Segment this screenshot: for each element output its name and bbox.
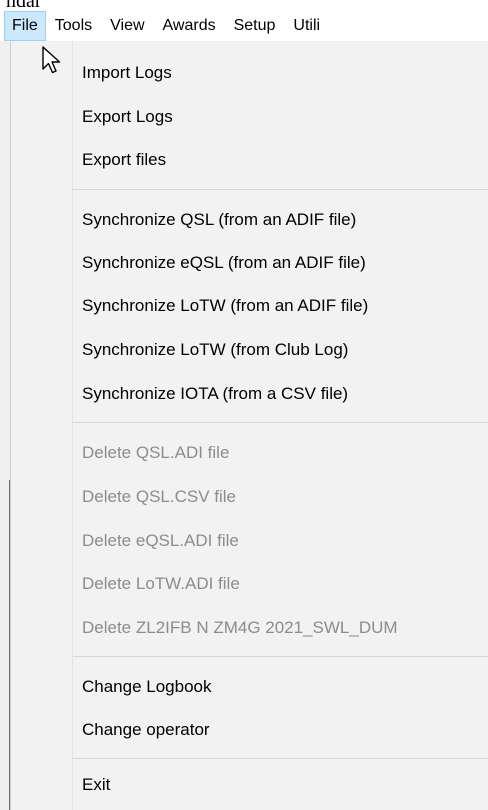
menu-item-delete-qsl-csv: Delete QSL.CSV file <box>82 487 237 506</box>
menu-item-delete-swl-file: Delete ZL2IFB N ZM4G 2021_SWL_DUM <box>82 618 398 637</box>
menu-item-delete-lotw-adi: Delete LoTW.ADI file <box>82 574 240 593</box>
menu-item-exit[interactable]: Exit <box>11 763 488 807</box>
menu-separator <box>73 189 488 190</box>
menu-item-sync-eqsl[interactable]: Synchronize eQSL (from an ADIF file) <box>11 241 488 285</box>
file-menu-dropdown: Import Logs Export Logs Export files Syn… <box>10 41 488 810</box>
menu-view[interactable]: View <box>101 11 153 41</box>
menu-item-sync-lotw-adif[interactable]: Synchronize LoTW (from an ADIF file) <box>11 284 488 328</box>
menu-item-sync-qsl[interactable]: Synchronize QSL (from an ADIF file) <box>11 198 488 242</box>
menu-item-sync-lotw-clublog[interactable]: Synchronize LoTW (from Club Log) <box>11 328 488 372</box>
menu-item-change-logbook[interactable]: Change Logbook <box>11 665 488 709</box>
menu-separator <box>73 422 488 423</box>
menu-separator <box>73 656 488 657</box>
menu-separator <box>73 758 488 759</box>
menu-awards[interactable]: Awards <box>154 11 225 41</box>
menu-item-sync-iota[interactable]: Synchronize IOTA (from a CSV file) <box>11 372 488 416</box>
menu-tools[interactable]: Tools <box>46 11 101 41</box>
menu-item-change-operator[interactable]: Change operator <box>11 708 488 752</box>
menu-item-export-logs[interactable]: Export Logs <box>11 95 488 139</box>
menu-item-delete-qsl-adi: Delete QSL.ADI file <box>82 443 230 462</box>
menu-setup[interactable]: Setup <box>225 11 285 41</box>
menu-item-delete-eqsl-adi: Delete eQSL.ADI file <box>82 531 239 550</box>
window-title-fragment: ndar <box>6 0 42 12</box>
menu-bar: File Tools View Awards Setup Utili <box>0 11 488 41</box>
menu-file[interactable]: File <box>4 11 46 41</box>
menu-utilities[interactable]: Utili <box>284 11 329 41</box>
menu-item-import-logs[interactable]: Import Logs <box>11 51 488 95</box>
menu-item-export-files[interactable]: Export files <box>11 138 488 182</box>
mouse-pointer-icon <box>42 46 61 74</box>
